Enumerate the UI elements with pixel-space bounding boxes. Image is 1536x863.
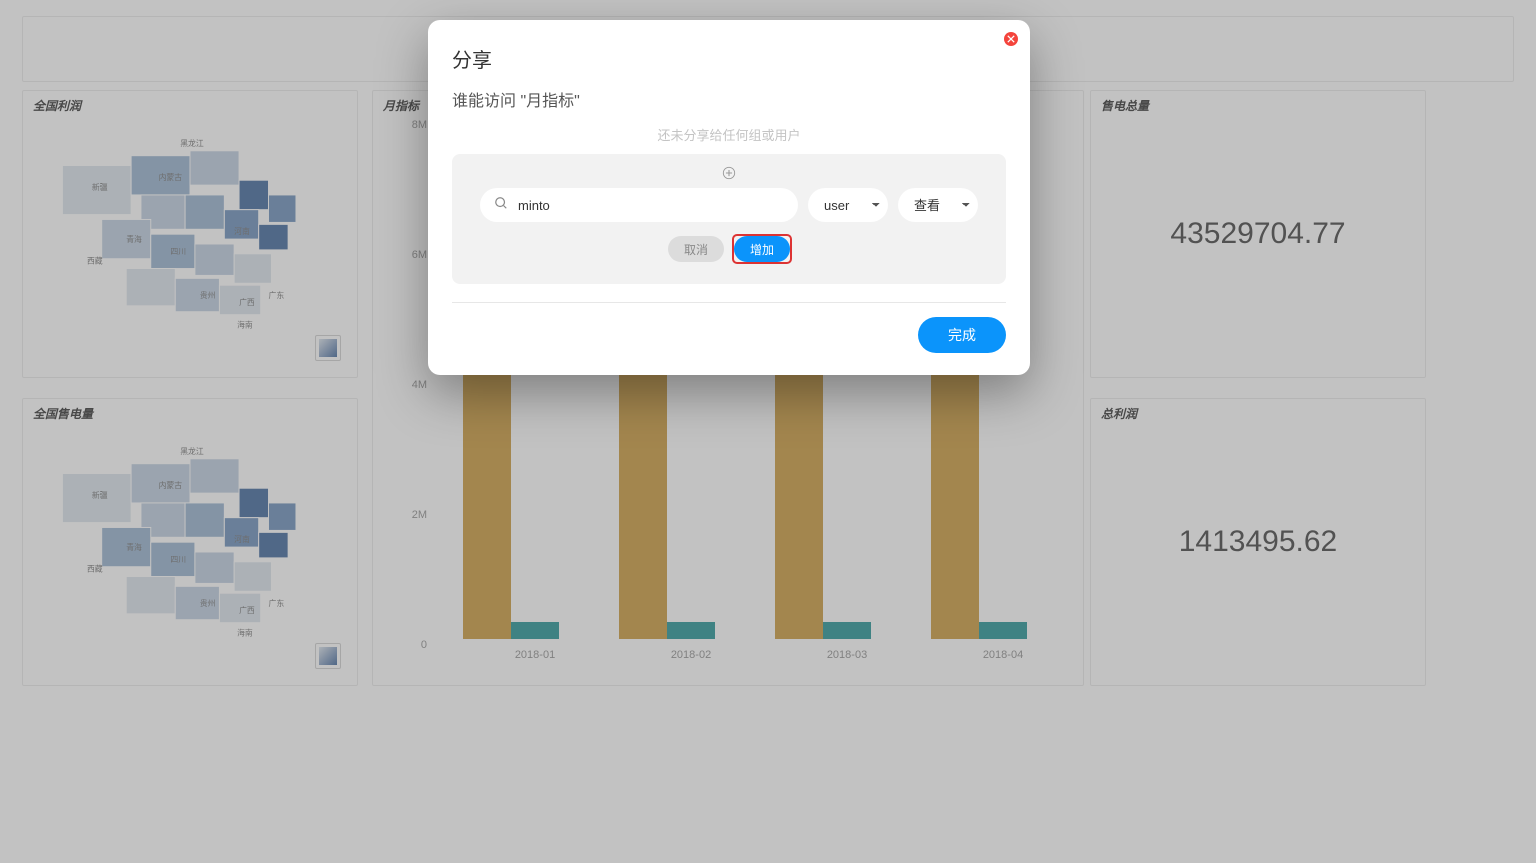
add-button[interactable]: 增加	[734, 236, 790, 262]
modal-title: 分享	[452, 44, 1006, 73]
close-icon[interactable]	[1004, 32, 1018, 46]
share-search-wrap	[480, 188, 798, 222]
modal-subtitle: 谁能访问 "月指标"	[452, 87, 1006, 111]
add-share-panel: usergroup 查看编辑 取消 增加	[452, 154, 1006, 284]
share-modal: 分享 谁能访问 "月指标" 还未分享给任何组或用户 usergroup 查看编辑…	[428, 20, 1030, 375]
empty-state-text: 还未分享给任何组或用户	[452, 125, 1006, 144]
plus-icon	[480, 164, 978, 182]
highlight-box: 增加	[734, 236, 790, 262]
done-button[interactable]: 完成	[918, 317, 1006, 353]
cancel-button[interactable]: 取消	[668, 236, 724, 262]
share-permission-select[interactable]: 查看编辑	[898, 188, 978, 222]
page-root: 全国利润	[0, 0, 1536, 863]
search-icon	[494, 196, 508, 215]
share-type-select[interactable]: usergroup	[808, 188, 888, 222]
divider	[452, 302, 1006, 303]
share-search-input[interactable]	[516, 197, 784, 214]
